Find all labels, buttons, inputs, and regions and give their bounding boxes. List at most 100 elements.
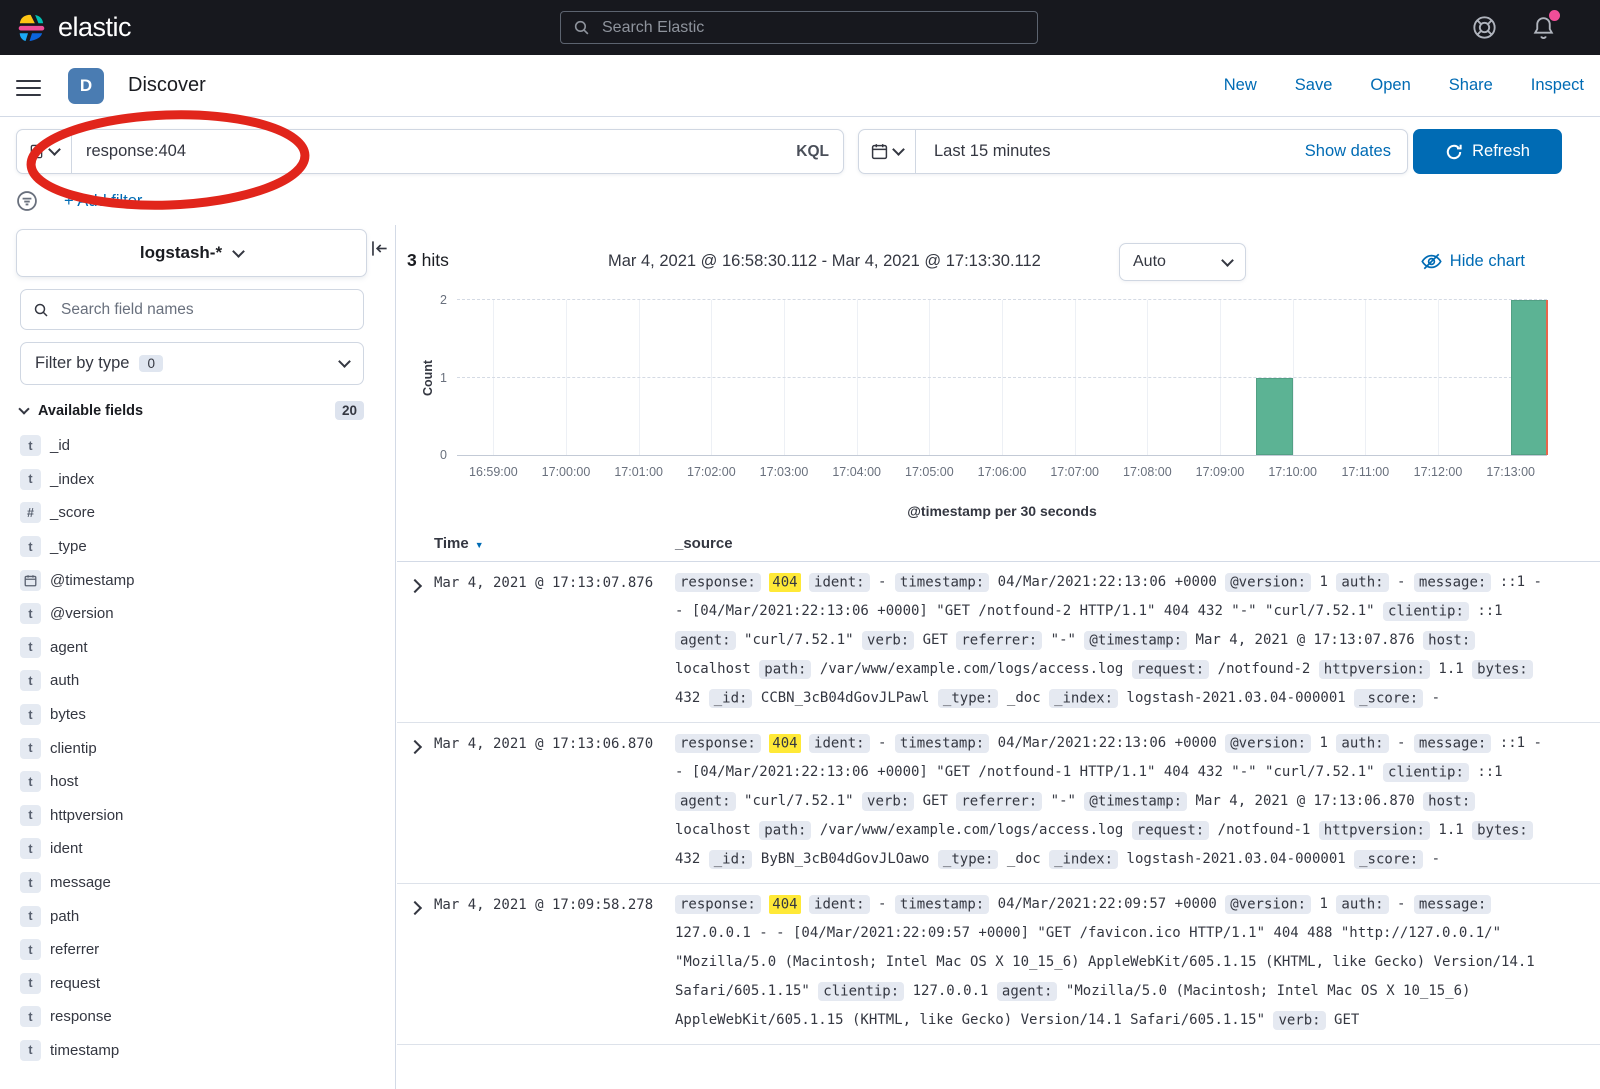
elastic-home-link[interactable]: elastic	[14, 0, 131, 55]
field-value: logstash-2021.03.04-000001	[1127, 690, 1346, 706]
search-icon	[33, 302, 49, 318]
field-item-agent[interactable]: tagent	[20, 631, 376, 665]
highlighted-value: 404	[769, 895, 800, 914]
string-field-icon: t	[20, 469, 41, 490]
field-item-bytes[interactable]: tbytes	[20, 698, 376, 732]
field-item-ident[interactable]: tident	[20, 832, 376, 866]
string-field-icon: t	[20, 906, 41, 927]
field-name: auth	[50, 672, 79, 689]
field-badge: request:	[1132, 660, 1209, 679]
chevron-down-icon	[18, 403, 29, 414]
string-field-icon: t	[20, 637, 41, 658]
field-name: clientip	[50, 740, 97, 757]
hide-chart-button[interactable]: Hide chart	[1421, 251, 1525, 272]
string-field-icon: t	[20, 603, 41, 624]
highlighted-value: 404	[769, 573, 800, 592]
field-badge: bytes:	[1472, 821, 1533, 840]
field-badge: message:	[1414, 734, 1491, 753]
index-pattern-select[interactable]: logstash-*	[16, 229, 367, 277]
field-item-path[interactable]: tpath	[20, 899, 376, 933]
eye-closed-icon	[1421, 251, 1442, 272]
field-value: ByBN_3cB04dGovJLOawo	[761, 851, 930, 867]
field-badge: ident:	[809, 573, 870, 592]
index-pattern-name: logstash-*	[140, 243, 222, 263]
filter-icon[interactable]	[16, 190, 38, 212]
x-axis-tick: 17:09:00	[1196, 465, 1245, 479]
notifications-icon[interactable]	[1531, 15, 1556, 40]
field-item-_id[interactable]: t_id	[20, 429, 376, 463]
new-button[interactable]: New	[1224, 76, 1257, 95]
field-name: _score	[50, 504, 95, 521]
field-badge: auth:	[1336, 895, 1388, 914]
x-axis-tick: 17:13:00	[1486, 465, 1535, 479]
field-item-_index[interactable]: t_index	[20, 463, 376, 497]
field-value: 432	[675, 690, 700, 706]
field-item-@version[interactable]: t@version	[20, 597, 376, 631]
time-column-header[interactable]: Time ▼	[434, 535, 484, 552]
field-search[interactable]	[20, 289, 364, 330]
field-item-message[interactable]: tmessage	[20, 866, 376, 900]
field-item-_type[interactable]: t_type	[20, 530, 376, 564]
histogram-bar[interactable]	[1511, 300, 1547, 455]
field-name: host	[50, 773, 78, 790]
field-badge: @version:	[1225, 895, 1311, 914]
field-value: ::1	[1477, 764, 1502, 780]
interval-select[interactable]: Auto	[1119, 243, 1246, 281]
chevron-down-icon	[48, 143, 61, 156]
query-input[interactable]	[72, 142, 782, 161]
collapse-sidebar-icon[interactable]	[370, 239, 389, 263]
histogram-bar[interactable]	[1256, 378, 1292, 456]
field-item-httpversion[interactable]: thttpversion	[20, 799, 376, 833]
available-fields-header[interactable]: Available fields 20	[20, 401, 364, 420]
field-value: "curl/7.52.1"	[744, 793, 854, 809]
field-item-timestamp[interactable]: ttimestamp	[20, 1034, 376, 1068]
field-value: -	[878, 574, 886, 590]
field-item-@timestamp[interactable]: @timestamp	[20, 563, 376, 597]
filter-by-type-dropdown[interactable]: Filter by type 0	[20, 342, 364, 385]
help-icon[interactable]	[1472, 15, 1497, 40]
open-button[interactable]: Open	[1370, 76, 1410, 95]
field-search-input[interactable]	[59, 300, 351, 320]
add-filter-button[interactable]: + Add filter	[64, 192, 142, 211]
expand-row-icon[interactable]	[408, 579, 422, 593]
doc-rows: Mar 4, 2021 @ 17:13:07.876response: 404 …	[397, 562, 1600, 1045]
share-button[interactable]: Share	[1449, 76, 1493, 95]
save-button[interactable]: Save	[1295, 76, 1333, 95]
date-quick-select-button[interactable]	[859, 130, 916, 173]
field-item-_score[interactable]: #_score	[20, 496, 376, 530]
time-end-marker	[1546, 300, 1549, 455]
field-value: -	[1397, 735, 1405, 751]
field-item-response[interactable]: tresponse	[20, 1000, 376, 1034]
field-value: localhost	[675, 661, 751, 677]
show-dates-link[interactable]: Show dates	[1305, 142, 1407, 161]
field-item-referrer[interactable]: treferrer	[20, 933, 376, 967]
field-name: timestamp	[50, 1042, 119, 1059]
global-search[interactable]	[560, 11, 1038, 44]
saved-query-menu-button[interactable]	[17, 130, 72, 173]
field-badge: auth:	[1336, 734, 1388, 753]
global-search-input[interactable]	[600, 18, 1025, 38]
inspect-button[interactable]: Inspect	[1531, 76, 1584, 95]
field-item-request[interactable]: trequest	[20, 967, 376, 1001]
filter-row: + Add filter	[16, 190, 142, 212]
expand-row-icon[interactable]	[408, 740, 422, 754]
field-badge: clientip:	[1383, 763, 1469, 782]
field-value: Mar 4, 2021 @ 17:13:07.876	[1196, 632, 1415, 648]
x-axis-tick: 17:08:00	[1123, 465, 1172, 479]
field-value: GET	[923, 793, 948, 809]
field-value: 04/Mar/2021:22:13:06 +0000	[998, 735, 1217, 751]
time-range-value[interactable]: Last 15 minutes	[916, 142, 1050, 161]
field-item-auth[interactable]: tauth	[20, 664, 376, 698]
field-badge: ident:	[809, 734, 870, 753]
string-field-icon: t	[20, 973, 41, 994]
refresh-button[interactable]: Refresh	[1413, 129, 1562, 174]
space-avatar[interactable]: D	[68, 68, 104, 104]
menu-icon[interactable]	[16, 75, 41, 101]
y-axis-tick: 1	[440, 371, 447, 385]
vertical-gridline	[1293, 300, 1294, 455]
query-language-button[interactable]: KQL	[782, 143, 843, 161]
field-value: "curl/7.52.1"	[744, 632, 854, 648]
field-item-clientip[interactable]: tclientip	[20, 731, 376, 765]
field-item-host[interactable]: thost	[20, 765, 376, 799]
expand-row-icon[interactable]	[408, 901, 422, 915]
